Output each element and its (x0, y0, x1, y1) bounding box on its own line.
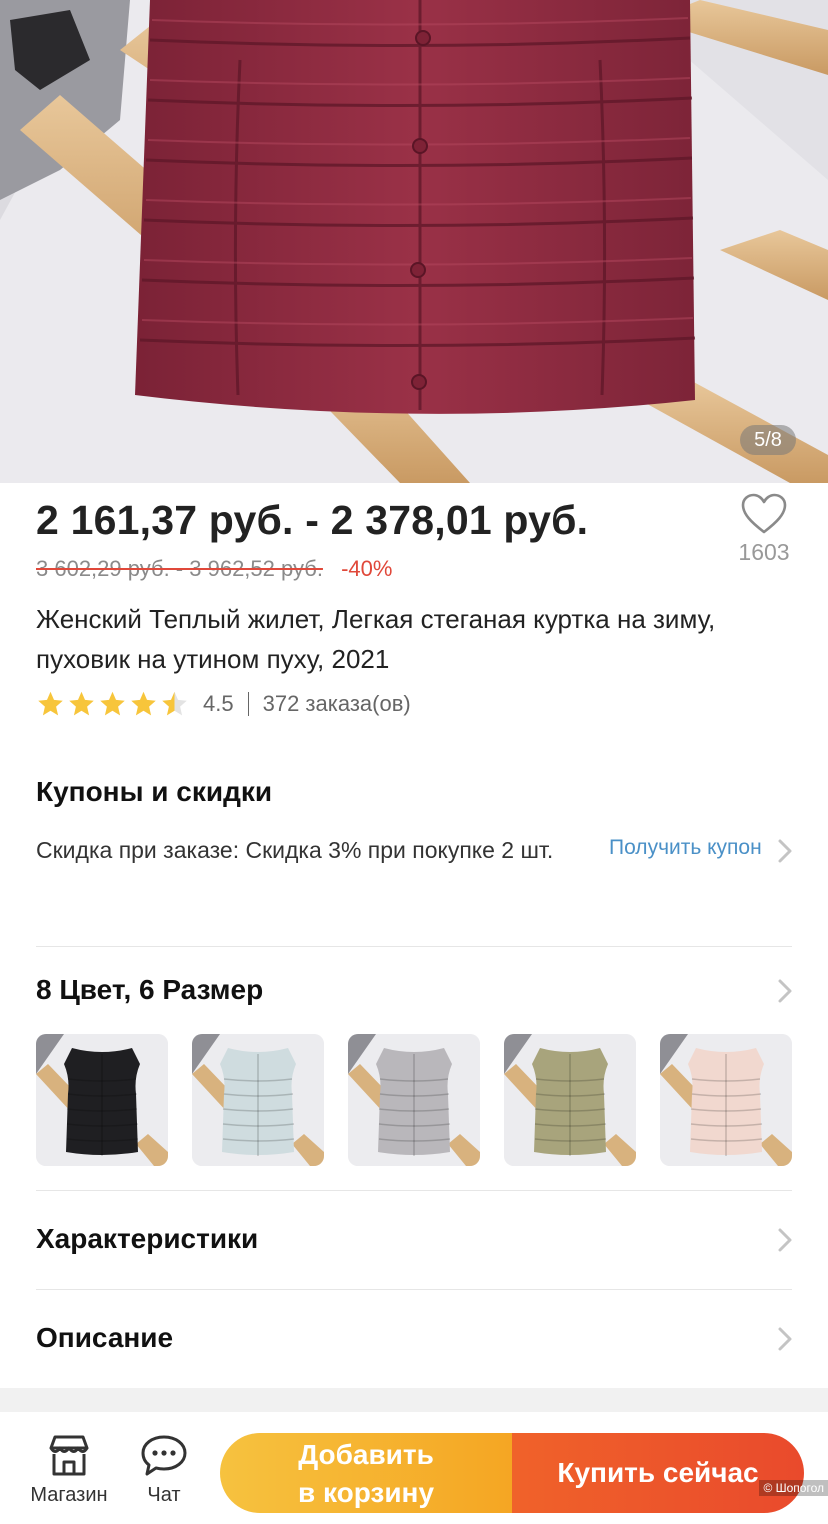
star-icon (100, 691, 125, 716)
variant-swatch-black[interactable] (36, 1034, 168, 1166)
half-star-icon (162, 691, 187, 716)
old-price: 3 602,29 руб. - 3 962,52 руб. (36, 556, 323, 581)
rating-separator (247, 692, 249, 716)
chevron-right-icon[interactable] (777, 838, 793, 864)
add-to-cart-line2: в корзину (297, 1477, 435, 1508)
vest-thumbnail-icon (192, 1034, 324, 1166)
vest-thumbnail-icon (504, 1034, 636, 1166)
store-icon (49, 1435, 89, 1476)
product-title: Женский Теплый жилет, Легкая стеганая ку… (36, 604, 716, 674)
variant-swatch-light-blue[interactable] (192, 1034, 324, 1166)
store-label: Магазин (30, 1484, 108, 1506)
product-image-gallery[interactable]: 5/8 (0, 0, 828, 483)
image-counter: 5/8 (740, 425, 796, 455)
description-title[interactable]: Описание (36, 1322, 173, 1354)
variant-swatches (36, 1034, 792, 1166)
coupon-description: Скидка при заказе: Скидка 3% при покупке… (36, 837, 554, 863)
wishlist-count: 1603 (738, 539, 790, 565)
price-range: 2 161,37 руб. - 2 378,01 руб. (36, 497, 589, 543)
rating-row[interactable]: 4.5 372 заказа(ов) (36, 688, 411, 720)
watermark: © Шопогол (759, 1480, 828, 1496)
heart-icon[interactable] (741, 493, 787, 535)
divider (36, 1190, 792, 1191)
specs-title[interactable]: Характеристики (36, 1223, 258, 1255)
chevron-right-icon[interactable] (777, 1326, 793, 1352)
buy-now-button[interactable]: Купить сейчас (512, 1433, 804, 1513)
vest-thumbnail-icon (36, 1034, 168, 1166)
chat-label: Чат (147, 1484, 181, 1506)
variant-swatch-gray[interactable] (348, 1034, 480, 1166)
vest-thumbnail-icon (348, 1034, 480, 1166)
old-price-row: 3 602,29 руб. - 3 962,52 руб. -40% (36, 556, 392, 582)
get-coupon-link[interactable]: Получить купон (609, 836, 762, 860)
add-to-cart-button[interactable]: Добавить в корзину (220, 1433, 512, 1513)
variants-title[interactable]: 8 Цвет, 6 Размер (36, 974, 263, 1006)
rating-value: 4.5 (203, 691, 234, 716)
star-icon (38, 691, 63, 716)
rating-stars (36, 690, 189, 718)
divider (36, 1289, 792, 1290)
chat-tab[interactable]: Чат (130, 1434, 198, 1507)
chevron-right-icon[interactable] (777, 978, 793, 1004)
orders-count: 372 заказа(ов) (262, 691, 411, 716)
chevron-right-icon[interactable] (777, 1227, 793, 1253)
chat-icon (141, 1435, 187, 1476)
add-to-cart-line1: Добавить (298, 1439, 434, 1470)
bottom-action-bar: Магазин Чат Добавить в корзину Купить се… (0, 1412, 828, 1524)
vest-thumbnail-icon (660, 1034, 792, 1166)
star-icon (131, 691, 156, 716)
coupons-title: Купоны и скидки (36, 776, 273, 807)
variant-swatch-olive[interactable] (504, 1034, 636, 1166)
store-tab[interactable]: Магазин (26, 1434, 112, 1507)
discount-badge: -40% (341, 556, 393, 581)
section-spacer (0, 1388, 828, 1412)
product-photo (0, 0, 828, 483)
star-icon (69, 691, 94, 716)
variant-swatch-pink[interactable] (660, 1034, 792, 1166)
divider (36, 946, 792, 947)
wishlist-button[interactable]: 1603 (730, 493, 798, 566)
